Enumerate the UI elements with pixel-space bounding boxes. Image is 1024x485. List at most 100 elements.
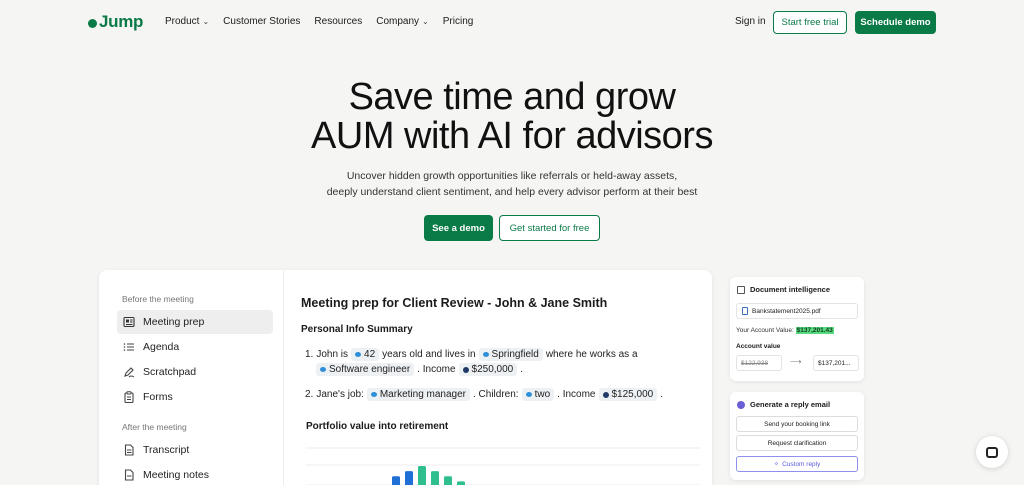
sidebar-item-label: Scratchpad — [143, 366, 197, 378]
portfolio-chart — [306, 447, 700, 485]
menu-customer-stories[interactable]: Customer Stories — [223, 16, 300, 27]
menu-product[interactable]: Product ⌄ — [165, 16, 209, 27]
start-free-trial-button[interactable]: Start free trial — [773, 11, 847, 34]
before-meeting-heading: Before the meeting — [122, 294, 194, 304]
menu-product-label: Product — [165, 16, 200, 27]
list-icon — [123, 341, 135, 353]
sidebar-item-label: Forms — [143, 391, 173, 403]
get-started-free-button[interactable]: Get started for free — [499, 215, 600, 241]
doc-card-title: Document intelligence — [750, 285, 831, 294]
menu-company[interactable]: Company ⌄ — [376, 16, 429, 27]
sign-in-link[interactable]: Sign in — [735, 16, 766, 27]
ai-icon — [737, 400, 745, 409]
chip-value: $250,000 — [471, 364, 514, 375]
schedule-demo-button[interactable]: Schedule demo — [855, 11, 936, 34]
text: . Income — [557, 389, 596, 400]
children-chip: two — [521, 388, 555, 401]
sidebar-item-label: Meeting prep — [143, 316, 205, 328]
age-chip: 42 — [351, 348, 380, 361]
text: . Income — [417, 364, 456, 375]
old-value-field: $122,938 — [736, 355, 782, 371]
coin-icon — [462, 366, 469, 373]
account-value-highlight: $137,201.43 — [795, 327, 834, 334]
text: where he works as a — [545, 349, 638, 360]
pen-icon — [123, 366, 135, 378]
menu-pricing[interactable]: Pricing — [443, 16, 474, 27]
chevron-down-icon: ⌄ — [422, 17, 429, 26]
menu-company-label: Company — [376, 16, 420, 27]
city-chip: Springfield — [478, 348, 543, 361]
reply-card-header: Generate a reply email — [737, 400, 830, 409]
personal-info-heading: Personal Info Summary — [301, 324, 413, 335]
account-value-label: Account value — [736, 343, 781, 350]
bubble-icon — [355, 352, 362, 357]
file-icon — [742, 307, 748, 315]
file-name: Bankstatement2025.pdf — [752, 307, 821, 315]
sidebar-item-scratchpad[interactable]: Scratchpad — [117, 360, 273, 384]
logo-dot-icon — [88, 18, 97, 28]
chart-bar — [444, 476, 452, 485]
chip-value: 42 — [364, 349, 376, 360]
bubble-icon — [525, 392, 532, 397]
sidebar-item-forms[interactable]: Forms — [117, 385, 273, 409]
notes-icon — [123, 469, 135, 481]
send-booking-link-button[interactable]: Send your booking link — [736, 416, 858, 432]
text: . Children: — [473, 389, 519, 400]
coin-icon — [602, 391, 609, 398]
new-value-field[interactable]: $137,201... — [813, 355, 859, 371]
bubble-icon — [370, 392, 377, 397]
reply-email-card: Generate a reply email Send your booking… — [730, 392, 864, 480]
menu-resources-label: Resources — [314, 16, 363, 27]
sparkle-icon: ✧ — [773, 461, 780, 468]
sidebar-item-label: Transcript — [143, 444, 190, 456]
main-menu: Product ⌄ Customer Stories Resources Comp… — [165, 16, 473, 27]
sidebar-item-meeting-notes[interactable]: Meeting notes — [117, 463, 273, 485]
hero-subtitle-line1: Uncover hidden growth opportunities like… — [346, 170, 678, 182]
menu-customer-stories-label: Customer Stories — [223, 16, 301, 27]
chart-bar — [457, 481, 465, 485]
sidebar-item-transcript[interactable]: Transcript — [117, 438, 273, 462]
info-line-1b: Software engineer . Income $250,000 . — [316, 363, 523, 376]
document-intelligence-card: Document intelligence Bankstatement2025.… — [730, 277, 864, 381]
chip-value: Software engineer — [329, 364, 411, 375]
logo-text: Jump — [99, 12, 144, 31]
info-line-1a: 1. John is 42 years old and lives in Spr… — [305, 348, 638, 361]
text: Jane's job: — [316, 389, 364, 400]
chevron-down-icon: ⌄ — [202, 17, 210, 26]
custom-reply-label: Custom reply — [782, 460, 821, 468]
chart-bar — [405, 471, 413, 485]
sidebar-item-label: Agenda — [143, 341, 180, 353]
after-meeting-heading: After the meeting — [122, 422, 187, 432]
text: . — [660, 389, 663, 400]
jump-logo[interactable]: Jump — [88, 12, 143, 32]
info-line-2: 2. Jane's job: Marketing manager . Child… — [305, 388, 663, 401]
bubble-icon — [482, 352, 489, 357]
hero-title: Save time and grow AUM with AI for advis… — [0, 78, 1024, 156]
menu-resources[interactable]: Resources — [314, 16, 362, 27]
clipboard-icon — [123, 391, 135, 403]
see-demo-button[interactable]: See a demo — [424, 215, 493, 241]
job-chip: Software engineer — [316, 363, 415, 376]
sidebar-item-agenda[interactable]: Agenda — [117, 335, 273, 359]
sidebar-item-label: Meeting notes — [143, 469, 209, 481]
chat-launcher-button[interactable] — [976, 436, 1008, 468]
income-chip: $125,000 — [598, 388, 658, 401]
chip-value: Marketing manager — [379, 389, 466, 400]
request-clarification-button[interactable]: Request clarification — [736, 435, 858, 451]
meeting-prep-title: Meeting prep for Client Review - John & … — [301, 296, 608, 310]
file-attachment[interactable]: Bankstatement2025.pdf — [736, 303, 858, 319]
chip-value: Springfield — [491, 349, 539, 360]
text: . — [520, 364, 524, 375]
meeting-prep-card: Before the meeting Meeting prep Agenda S… — [99, 270, 712, 485]
sidebar-item-meeting-prep[interactable]: Meeting prep — [117, 310, 273, 334]
top-nav: Jump Product ⌄ Customer Stories Resources… — [0, 0, 1024, 44]
income-chip: $250,000 — [458, 363, 518, 376]
doc-card-header: Document intelligence — [737, 285, 830, 294]
text: years old and lives in — [382, 349, 476, 360]
custom-reply-button[interactable]: ✧ Custom reply — [736, 456, 858, 472]
list-number: 2. — [305, 389, 314, 400]
chip-value: two — [534, 389, 551, 400]
hero-title-line1: Save time and grow — [348, 76, 676, 118]
arrow-right-icon: ⟶ — [790, 357, 802, 366]
hero-subtitle-line2: deeply understand client sentiment, and … — [326, 186, 698, 198]
